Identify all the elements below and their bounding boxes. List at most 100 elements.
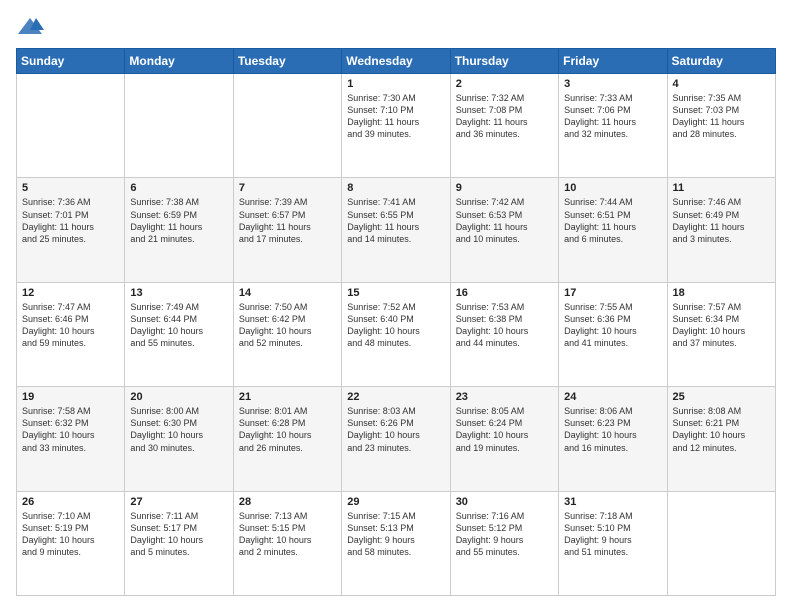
day-info: Sunrise: 7:42 AM Sunset: 6:53 PM Dayligh…	[456, 196, 553, 245]
calendar-cell: 21 Sunrise: 8:01 AM Sunset: 6:28 PM Dayli…	[233, 387, 341, 491]
day-number: 18	[673, 287, 770, 299]
day-number: 24	[564, 391, 661, 403]
calendar-cell	[125, 74, 233, 178]
calendar-week-row: 5 Sunrise: 7:36 AM Sunset: 7:01 PM Daylig…	[17, 178, 776, 282]
day-number: 27	[130, 496, 227, 508]
day-number: 7	[239, 182, 336, 194]
calendar-cell: 15 Sunrise: 7:52 AM Sunset: 6:40 PM Dayli…	[342, 282, 450, 386]
day-info: Sunrise: 8:00 AM Sunset: 6:30 PM Dayligh…	[130, 405, 227, 454]
calendar-cell: 23Sunrise: 8:05 AM Sunset: 6:24 PM Dayli…	[450, 387, 558, 491]
day-number: 9	[456, 182, 553, 194]
day-info: Sunrise: 7:44 AM Sunset: 6:51 PM Dayligh…	[564, 196, 661, 245]
day-info: Sunrise: 7:55 AM Sunset: 6:36 PM Dayligh…	[564, 301, 661, 350]
day-info: Sunrise: 7:16 AM Sunset: 5:12 PM Dayligh…	[456, 510, 553, 559]
day-number: 17	[564, 287, 661, 299]
day-number: 8	[347, 182, 444, 194]
day-info: Sunrise: 7:35 AM Sunset: 7:03 PM Dayligh…	[673, 92, 770, 141]
calendar-cell: 4Sunrise: 7:35 AM Sunset: 7:03 PM Daylig…	[667, 74, 775, 178]
calendar-cell: 18 Sunrise: 7:57 AM Sunset: 6:34 PM Dayli…	[667, 282, 775, 386]
day-number: 5	[22, 182, 119, 194]
day-number: 15	[347, 287, 444, 299]
calendar-cell	[667, 491, 775, 595]
day-info: Sunrise: 7:33 AM Sunset: 7:06 PM Dayligh…	[564, 92, 661, 141]
calendar-cell: 24 Sunrise: 8:06 AM Sunset: 6:23 PM Dayli…	[559, 387, 667, 491]
day-info: Sunrise: 7:50 AM Sunset: 6:42 PM Dayligh…	[239, 301, 336, 350]
calendar-cell: 20 Sunrise: 8:00 AM Sunset: 6:30 PM Dayli…	[125, 387, 233, 491]
calendar-cell: 30 Sunrise: 7:16 AM Sunset: 5:12 PM Dayli…	[450, 491, 558, 595]
day-info: Sunrise: 7:13 AM Sunset: 5:15 PM Dayligh…	[239, 510, 336, 559]
calendar-cell	[233, 74, 341, 178]
calendar-cell: 1 Sunrise: 7:30 AM Sunset: 7:10 PM Daylig…	[342, 74, 450, 178]
day-info: Sunrise: 7:53 AM Sunset: 6:38 PM Dayligh…	[456, 301, 553, 350]
day-number: 21	[239, 391, 336, 403]
day-info: Sunrise: 8:08 AM Sunset: 6:21 PM Dayligh…	[673, 405, 770, 454]
calendar-cell: 19 Sunrise: 7:58 AM Sunset: 6:32 PM Dayli…	[17, 387, 125, 491]
day-info: Sunrise: 7:15 AM Sunset: 5:13 PM Dayligh…	[347, 510, 444, 559]
day-number: 22	[347, 391, 444, 403]
day-number: 12	[22, 287, 119, 299]
day-number: 16	[456, 287, 553, 299]
day-info: Sunrise: 7:52 AM Sunset: 6:40 PM Dayligh…	[347, 301, 444, 350]
day-number: 30	[456, 496, 553, 508]
logo	[16, 16, 48, 38]
day-number: 29	[347, 496, 444, 508]
calendar-week-row: 1 Sunrise: 7:30 AM Sunset: 7:10 PM Daylig…	[17, 74, 776, 178]
calendar-header-sunday: Sunday	[17, 49, 125, 74]
day-info: Sunrise: 7:49 AM Sunset: 6:44 PM Dayligh…	[130, 301, 227, 350]
calendar-header-tuesday: Tuesday	[233, 49, 341, 74]
calendar-cell: 16 Sunrise: 7:53 AM Sunset: 6:38 PM Dayli…	[450, 282, 558, 386]
logo-icon	[16, 16, 44, 38]
day-number: 25	[673, 391, 770, 403]
day-info: Sunrise: 7:36 AM Sunset: 7:01 PM Dayligh…	[22, 196, 119, 245]
day-number: 2	[456, 78, 553, 90]
calendar-cell: 28 Sunrise: 7:13 AM Sunset: 5:15 PM Dayli…	[233, 491, 341, 595]
calendar-cell: 13 Sunrise: 7:49 AM Sunset: 6:44 PM Dayli…	[125, 282, 233, 386]
day-number: 3	[564, 78, 661, 90]
calendar-cell: 2 Sunrise: 7:32 AM Sunset: 7:08 PM Daylig…	[450, 74, 558, 178]
day-info: Sunrise: 7:32 AM Sunset: 7:08 PM Dayligh…	[456, 92, 553, 141]
calendar-cell: 14Sunrise: 7:50 AM Sunset: 6:42 PM Dayli…	[233, 282, 341, 386]
calendar-header-wednesday: Wednesday	[342, 49, 450, 74]
calendar-header-row: SundayMondayTuesdayWednesdayThursdayFrid…	[17, 49, 776, 74]
day-info: Sunrise: 7:57 AM Sunset: 6:34 PM Dayligh…	[673, 301, 770, 350]
day-info: Sunrise: 8:06 AM Sunset: 6:23 PM Dayligh…	[564, 405, 661, 454]
calendar-week-row: 12 Sunrise: 7:47 AM Sunset: 6:46 PM Dayli…	[17, 282, 776, 386]
calendar-cell: 17 Sunrise: 7:55 AM Sunset: 6:36 PM Dayli…	[559, 282, 667, 386]
calendar-week-row: 19 Sunrise: 7:58 AM Sunset: 6:32 PM Dayli…	[17, 387, 776, 491]
day-number: 26	[22, 496, 119, 508]
calendar-cell: 25 Sunrise: 8:08 AM Sunset: 6:21 PM Dayli…	[667, 387, 775, 491]
day-number: 13	[130, 287, 227, 299]
day-number: 11	[673, 182, 770, 194]
calendar-header-saturday: Saturday	[667, 49, 775, 74]
day-info: Sunrise: 7:47 AM Sunset: 6:46 PM Dayligh…	[22, 301, 119, 350]
day-number: 19	[22, 391, 119, 403]
page: SundayMondayTuesdayWednesdayThursdayFrid…	[0, 0, 792, 612]
calendar-cell: 6Sunrise: 7:38 AM Sunset: 6:59 PM Daylig…	[125, 178, 233, 282]
day-info: Sunrise: 7:41 AM Sunset: 6:55 PM Dayligh…	[347, 196, 444, 245]
calendar-cell: 5 Sunrise: 7:36 AM Sunset: 7:01 PM Daylig…	[17, 178, 125, 282]
calendar-cell: 26 Sunrise: 7:10 AM Sunset: 5:19 PM Dayli…	[17, 491, 125, 595]
calendar-week-row: 26 Sunrise: 7:10 AM Sunset: 5:19 PM Dayli…	[17, 491, 776, 595]
day-number: 20	[130, 391, 227, 403]
calendar-cell: 29 Sunrise: 7:15 AM Sunset: 5:13 PM Dayli…	[342, 491, 450, 595]
calendar-cell	[17, 74, 125, 178]
day-info: Sunrise: 7:58 AM Sunset: 6:32 PM Dayligh…	[22, 405, 119, 454]
calendar-cell: 27 Sunrise: 7:11 AM Sunset: 5:17 PM Dayli…	[125, 491, 233, 595]
calendar-cell: 9 Sunrise: 7:42 AM Sunset: 6:53 PM Daylig…	[450, 178, 558, 282]
calendar-cell: 22 Sunrise: 8:03 AM Sunset: 6:26 PM Dayli…	[342, 387, 450, 491]
day-info: Sunrise: 7:39 AM Sunset: 6:57 PM Dayligh…	[239, 196, 336, 245]
day-info: Sunrise: 7:30 AM Sunset: 7:10 PM Dayligh…	[347, 92, 444, 141]
day-number: 10	[564, 182, 661, 194]
day-info: Sunrise: 8:01 AM Sunset: 6:28 PM Dayligh…	[239, 405, 336, 454]
day-info: Sunrise: 8:03 AM Sunset: 6:26 PM Dayligh…	[347, 405, 444, 454]
day-number: 6	[130, 182, 227, 194]
day-info: Sunrise: 7:46 AM Sunset: 6:49 PM Dayligh…	[673, 196, 770, 245]
calendar-cell: 10 Sunrise: 7:44 AM Sunset: 6:51 PM Dayli…	[559, 178, 667, 282]
calendar-cell: 31Sunrise: 7:18 AM Sunset: 5:10 PM Dayli…	[559, 491, 667, 595]
calendar-table: SundayMondayTuesdayWednesdayThursdayFrid…	[16, 48, 776, 596]
day-number: 28	[239, 496, 336, 508]
day-info: Sunrise: 7:11 AM Sunset: 5:17 PM Dayligh…	[130, 510, 227, 559]
day-number: 31	[564, 496, 661, 508]
day-number: 1	[347, 78, 444, 90]
day-info: Sunrise: 7:10 AM Sunset: 5:19 PM Dayligh…	[22, 510, 119, 559]
